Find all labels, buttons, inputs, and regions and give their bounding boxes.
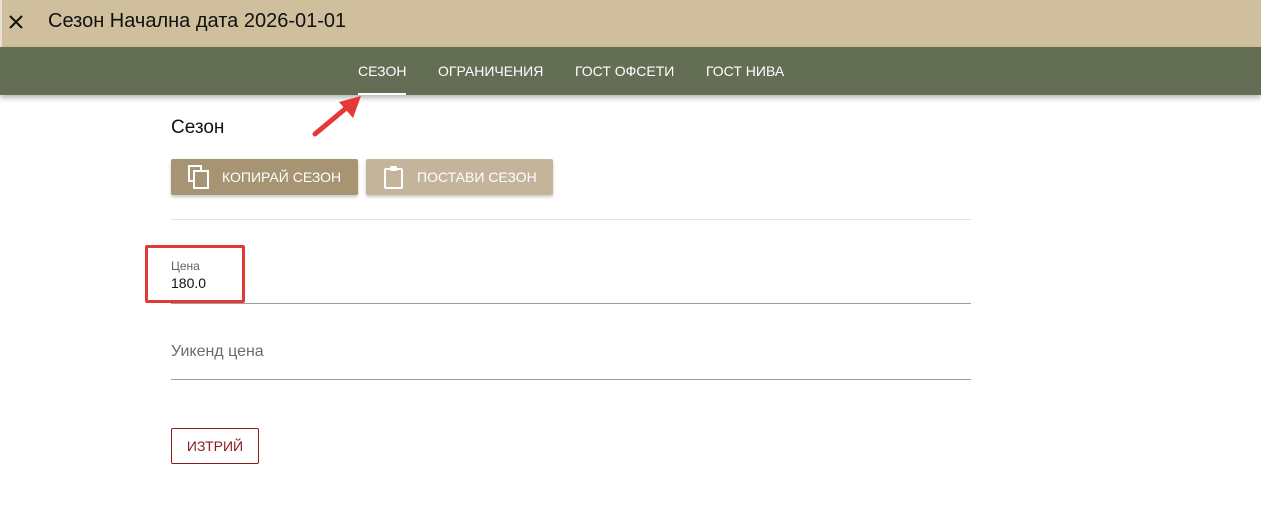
tab-season[interactable]: СЕЗОН <box>358 47 406 95</box>
copy-icon <box>188 165 210 189</box>
tab-guest-levels[interactable]: ГОСТ НИВА <box>706 47 784 95</box>
tab-restrictions[interactable]: ОГРАНИЧЕНИЯ <box>438 47 543 95</box>
active-tab-indicator <box>358 93 406 95</box>
delete-button[interactable]: ИЗТРИЙ <box>171 428 259 464</box>
clipboard-icon <box>383 165 405 189</box>
page-title: Сезон Начална дата 2026-01-01 <box>48 10 347 32</box>
annotation-highlight-box <box>145 245 245 303</box>
tab-bar: СЕЗОН ОГРАНИЧЕНИЯ ГОСТ ОФСЕТИ ГОСТ НИВА <box>0 47 1261 95</box>
weekend-price-label: Уикенд цена <box>171 343 264 360</box>
close-icon[interactable] <box>6 11 26 33</box>
price-field[interactable]: Цена 180.0 <box>171 254 971 304</box>
paste-season-label: ПОСТАВИ СЕЗОН <box>417 169 537 185</box>
copy-season-button[interactable]: КОПИРАЙ СЕЗОН <box>171 159 358 195</box>
annotation-arrow-icon <box>312 96 361 137</box>
copy-season-label: КОПИРАЙ СЕЗОН <box>222 169 342 185</box>
tab-guest-offsets[interactable]: ГОСТ ОФСЕТИ <box>575 47 674 95</box>
section-divider <box>171 219 971 220</box>
weekend-price-field[interactable]: Уикенд цена <box>171 330 971 380</box>
app-header: Сезон Начална дата 2026-01-01 <box>0 0 1261 47</box>
section-title: Сезон <box>171 117 225 138</box>
paste-season-button[interactable]: ПОСТАВИ СЕЗОН <box>366 159 553 195</box>
